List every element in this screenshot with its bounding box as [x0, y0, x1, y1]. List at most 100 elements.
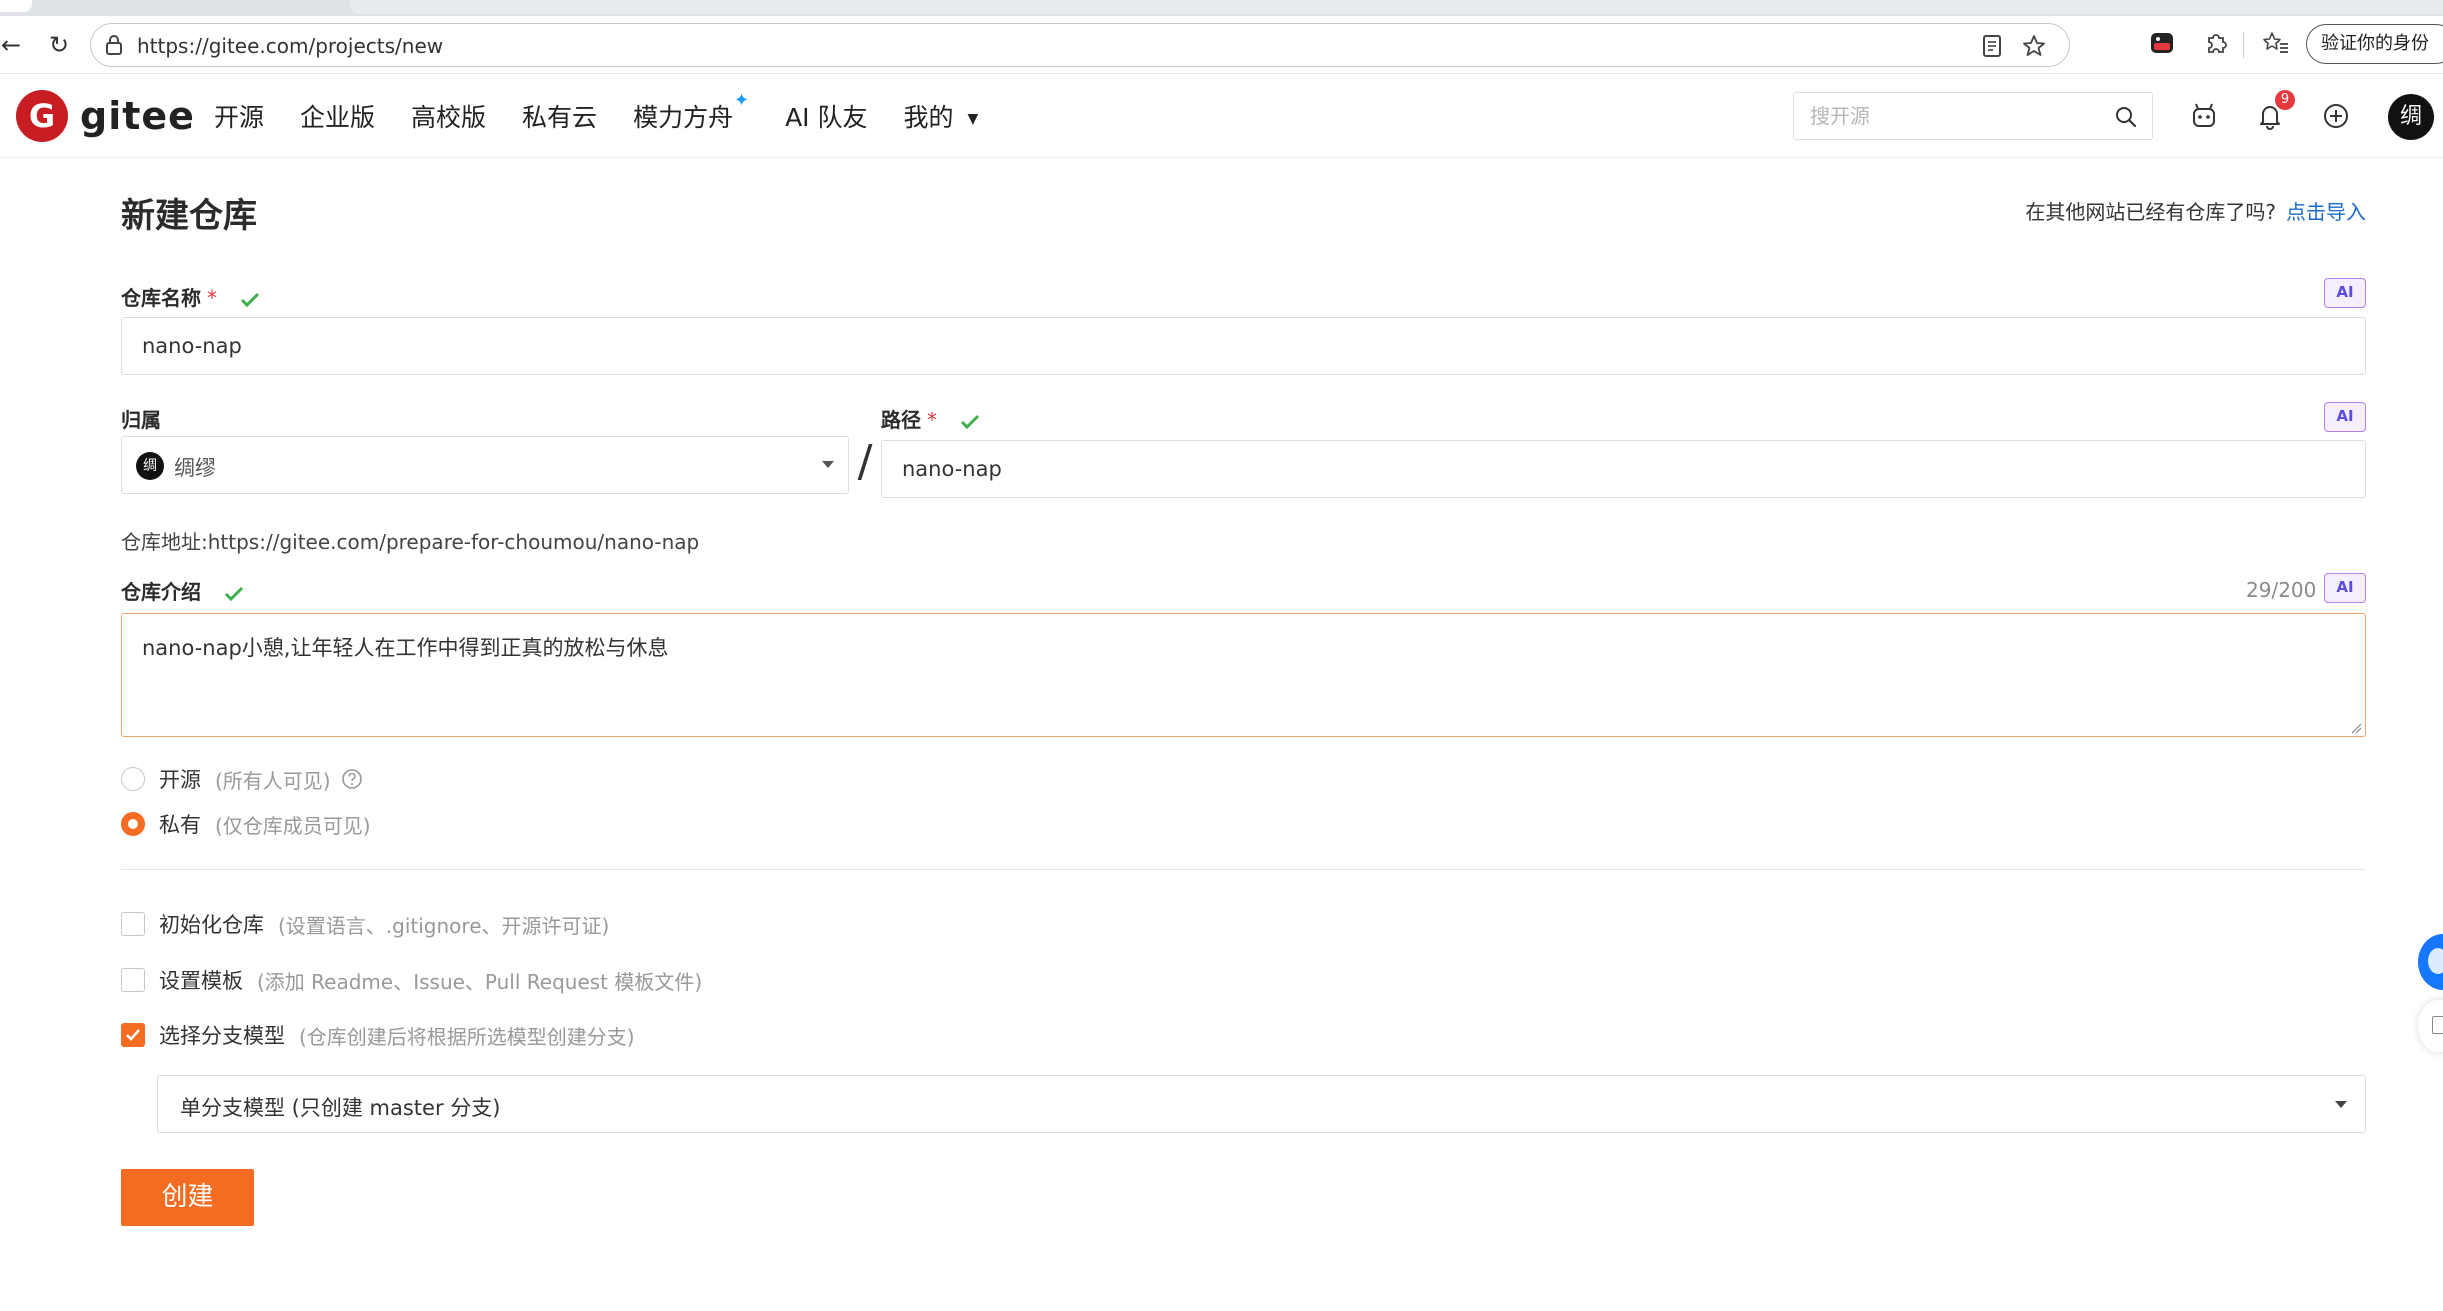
repo-address-value: https://gitee.com/prepare-for-choumou/na… [207, 530, 700, 554]
notification-badge: 9 [2275, 90, 2295, 110]
sparkle-icon: ✦ [733, 90, 750, 111]
favorites-icon[interactable] [2261, 28, 2291, 58]
extension-red-icon[interactable] [2147, 28, 2177, 58]
repo-name-label: 仓库名称 * [121, 282, 260, 311]
repo-address-label: 仓库地址: [121, 530, 208, 554]
checkbox-template[interactable] [121, 968, 145, 992]
gitee-logo-icon: G [16, 90, 68, 142]
option-template-label: 设置模板 [159, 969, 243, 993]
site-header: G gitee 开源 企业版 高校版 私有云 模力方舟 ✦ AI 队友 我的 ▼ [0, 74, 2443, 158]
radio-private-label: 私有 [159, 813, 201, 837]
import-link[interactable]: 点击导入 [2286, 200, 2366, 224]
lock-icon [106, 35, 122, 55]
ai-assist-name-button[interactable]: AI [2324, 278, 2366, 308]
branch-model-select[interactable]: 单分支模型 (只创建 master 分支) [157, 1075, 2366, 1133]
owner-select[interactable]: 绸 绸缪 [121, 436, 849, 494]
reload-icon[interactable]: ↻ [42, 28, 76, 62]
checkmark-icon [126, 1029, 140, 1041]
extensions-puzzle-icon[interactable] [2201, 28, 2231, 58]
verify-identity-button[interactable]: 验证你的身份 [2306, 24, 2443, 64]
option-template-note: (添加 Readme、Issue、Pull Request 模板文件) [257, 969, 703, 994]
search-box [1793, 92, 2153, 140]
search-icon[interactable] [2114, 105, 2138, 129]
search-input[interactable] [1794, 93, 2094, 139]
gitee-logo-text: gitee [80, 94, 195, 138]
browser-tab-strip [0, 0, 2443, 16]
nav-item-moli-label: 模力方舟 [633, 103, 734, 132]
help-icon[interactable] [341, 768, 363, 790]
user-avatar[interactable]: 绸 [2388, 94, 2434, 140]
radio-public-note: (所有人可见) [215, 768, 331, 793]
browser-tab-area [350, 0, 2443, 14]
required-mark: * [207, 286, 217, 310]
check-icon [240, 292, 260, 307]
toolbar-divider [2243, 32, 2244, 58]
repo-desc-label: 仓库介绍 [121, 576, 244, 605]
main-nav: 开源 企业版 高校版 私有云 模力方舟 ✦ AI 队友 我的 ▼ [214, 90, 1014, 134]
section-divider [121, 869, 2366, 870]
caret-down-icon [822, 461, 834, 468]
visibility-option-private[interactable]: 私有 (仅仓库成员可见) [121, 809, 371, 839]
caret-down-icon: ▼ [967, 111, 979, 127]
repo-path-input[interactable] [881, 440, 2366, 498]
radio-public-label: 开源 [159, 768, 201, 792]
nav-item-open-source[interactable]: 开源 [214, 98, 264, 134]
repo-name-label-text: 仓库名称 [121, 286, 201, 310]
radio-private[interactable] [121, 812, 145, 836]
radio-public[interactable] [121, 767, 145, 791]
checkbox-init-repo[interactable] [121, 912, 145, 936]
option-init-repo-label: 初始化仓库 [159, 913, 264, 937]
nav-item-moli-fangzhou[interactable]: 模力方舟 ✦ [633, 90, 749, 134]
repo-desc-textarea[interactable]: nano-nap小憩,让年轻人在工作中得到正真的放松与休息 [121, 613, 2366, 737]
plus-circle-icon[interactable] [2320, 100, 2352, 132]
nav-item-mine-label: 我的 [903, 103, 954, 132]
path-separator: / [857, 436, 873, 487]
robot-assistant-icon[interactable] [2188, 100, 2220, 132]
nav-item-mine[interactable]: 我的 ▼ [904, 98, 979, 134]
import-hint: 在其他网站已经有仓库了吗? 点击导入 [2025, 196, 2366, 225]
create-button[interactable]: 创建 [121, 1169, 254, 1226]
branch-model-value: 单分支模型 (只创建 master 分支) [180, 1096, 501, 1120]
nav-item-private-cloud[interactable]: 私有云 [522, 98, 597, 134]
path-label-text: 路径 [881, 408, 921, 432]
owner-label: 归属 [121, 408, 161, 432]
visibility-option-public[interactable]: 开源 (所有人可见) [121, 764, 363, 794]
address-bar[interactable]: https://gitee.com/projects/new [90, 23, 2070, 67]
url-text: https://gitee.com/projects/new [137, 34, 444, 58]
browser-tab[interactable] [0, 0, 32, 12]
repo-name-input[interactable] [121, 317, 2366, 375]
repo-desc-label-text: 仓库介绍 [121, 580, 201, 604]
option-init-repo-note: (设置语言、.gitignore、开源许可证) [278, 913, 610, 938]
check-icon [224, 586, 244, 601]
option-branch-model-note: (仓库创建后将根据所选模型创建分支) [299, 1024, 635, 1049]
assistant-icon [2428, 948, 2443, 974]
option-init-repo[interactable]: 初始化仓库 (设置语言、.gitignore、开源许可证) [121, 909, 609, 939]
owner-avatar: 绸 [136, 452, 164, 480]
reader-mode-icon[interactable] [1979, 33, 2005, 59]
owner-name: 绸缪 [174, 456, 216, 480]
nav-item-ai-teammate[interactable]: AI 队友 [785, 98, 867, 134]
desc-char-counter: 29/200 [2246, 578, 2317, 602]
nav-item-education[interactable]: 高校版 [411, 98, 486, 134]
resize-grip-icon[interactable] [2350, 722, 2362, 734]
checkbox-branch-model[interactable] [121, 1023, 145, 1047]
nav-item-enterprise[interactable]: 企业版 [300, 98, 375, 134]
radio-private-note: (仅仓库成员可见) [215, 813, 371, 838]
bookmark-star-icon[interactable] [2021, 33, 2047, 59]
repo-address: 仓库地址:https://gitee.com/prepare-for-choum… [121, 526, 699, 555]
option-branch-model[interactable]: 选择分支模型 (仓库创建后将根据所选模型创建分支) [121, 1020, 635, 1050]
page-title: 新建仓库 [121, 196, 257, 236]
feedback-icon [2432, 1016, 2443, 1034]
ai-assist-desc-button[interactable]: AI [2324, 573, 2366, 603]
required-mark: * [927, 408, 937, 432]
gitee-logo[interactable]: G gitee [16, 90, 195, 142]
browser-toolbar: ← ↻ https://gitee.com/projects/new 验证你的身… [0, 16, 2443, 74]
import-prompt: 在其他网站已经有仓库了吗? [2025, 200, 2276, 224]
floating-feedback-button[interactable] [2418, 1000, 2443, 1052]
back-arrow-icon[interactable]: ← [0, 28, 28, 62]
floating-assistant-button[interactable] [2418, 934, 2443, 990]
path-label: 路径 * [881, 404, 980, 433]
ai-assist-path-button[interactable]: AI [2324, 402, 2366, 432]
caret-down-icon [2335, 1101, 2347, 1108]
option-template[interactable]: 设置模板 (添加 Readme、Issue、Pull Request 模板文件) [121, 965, 702, 995]
